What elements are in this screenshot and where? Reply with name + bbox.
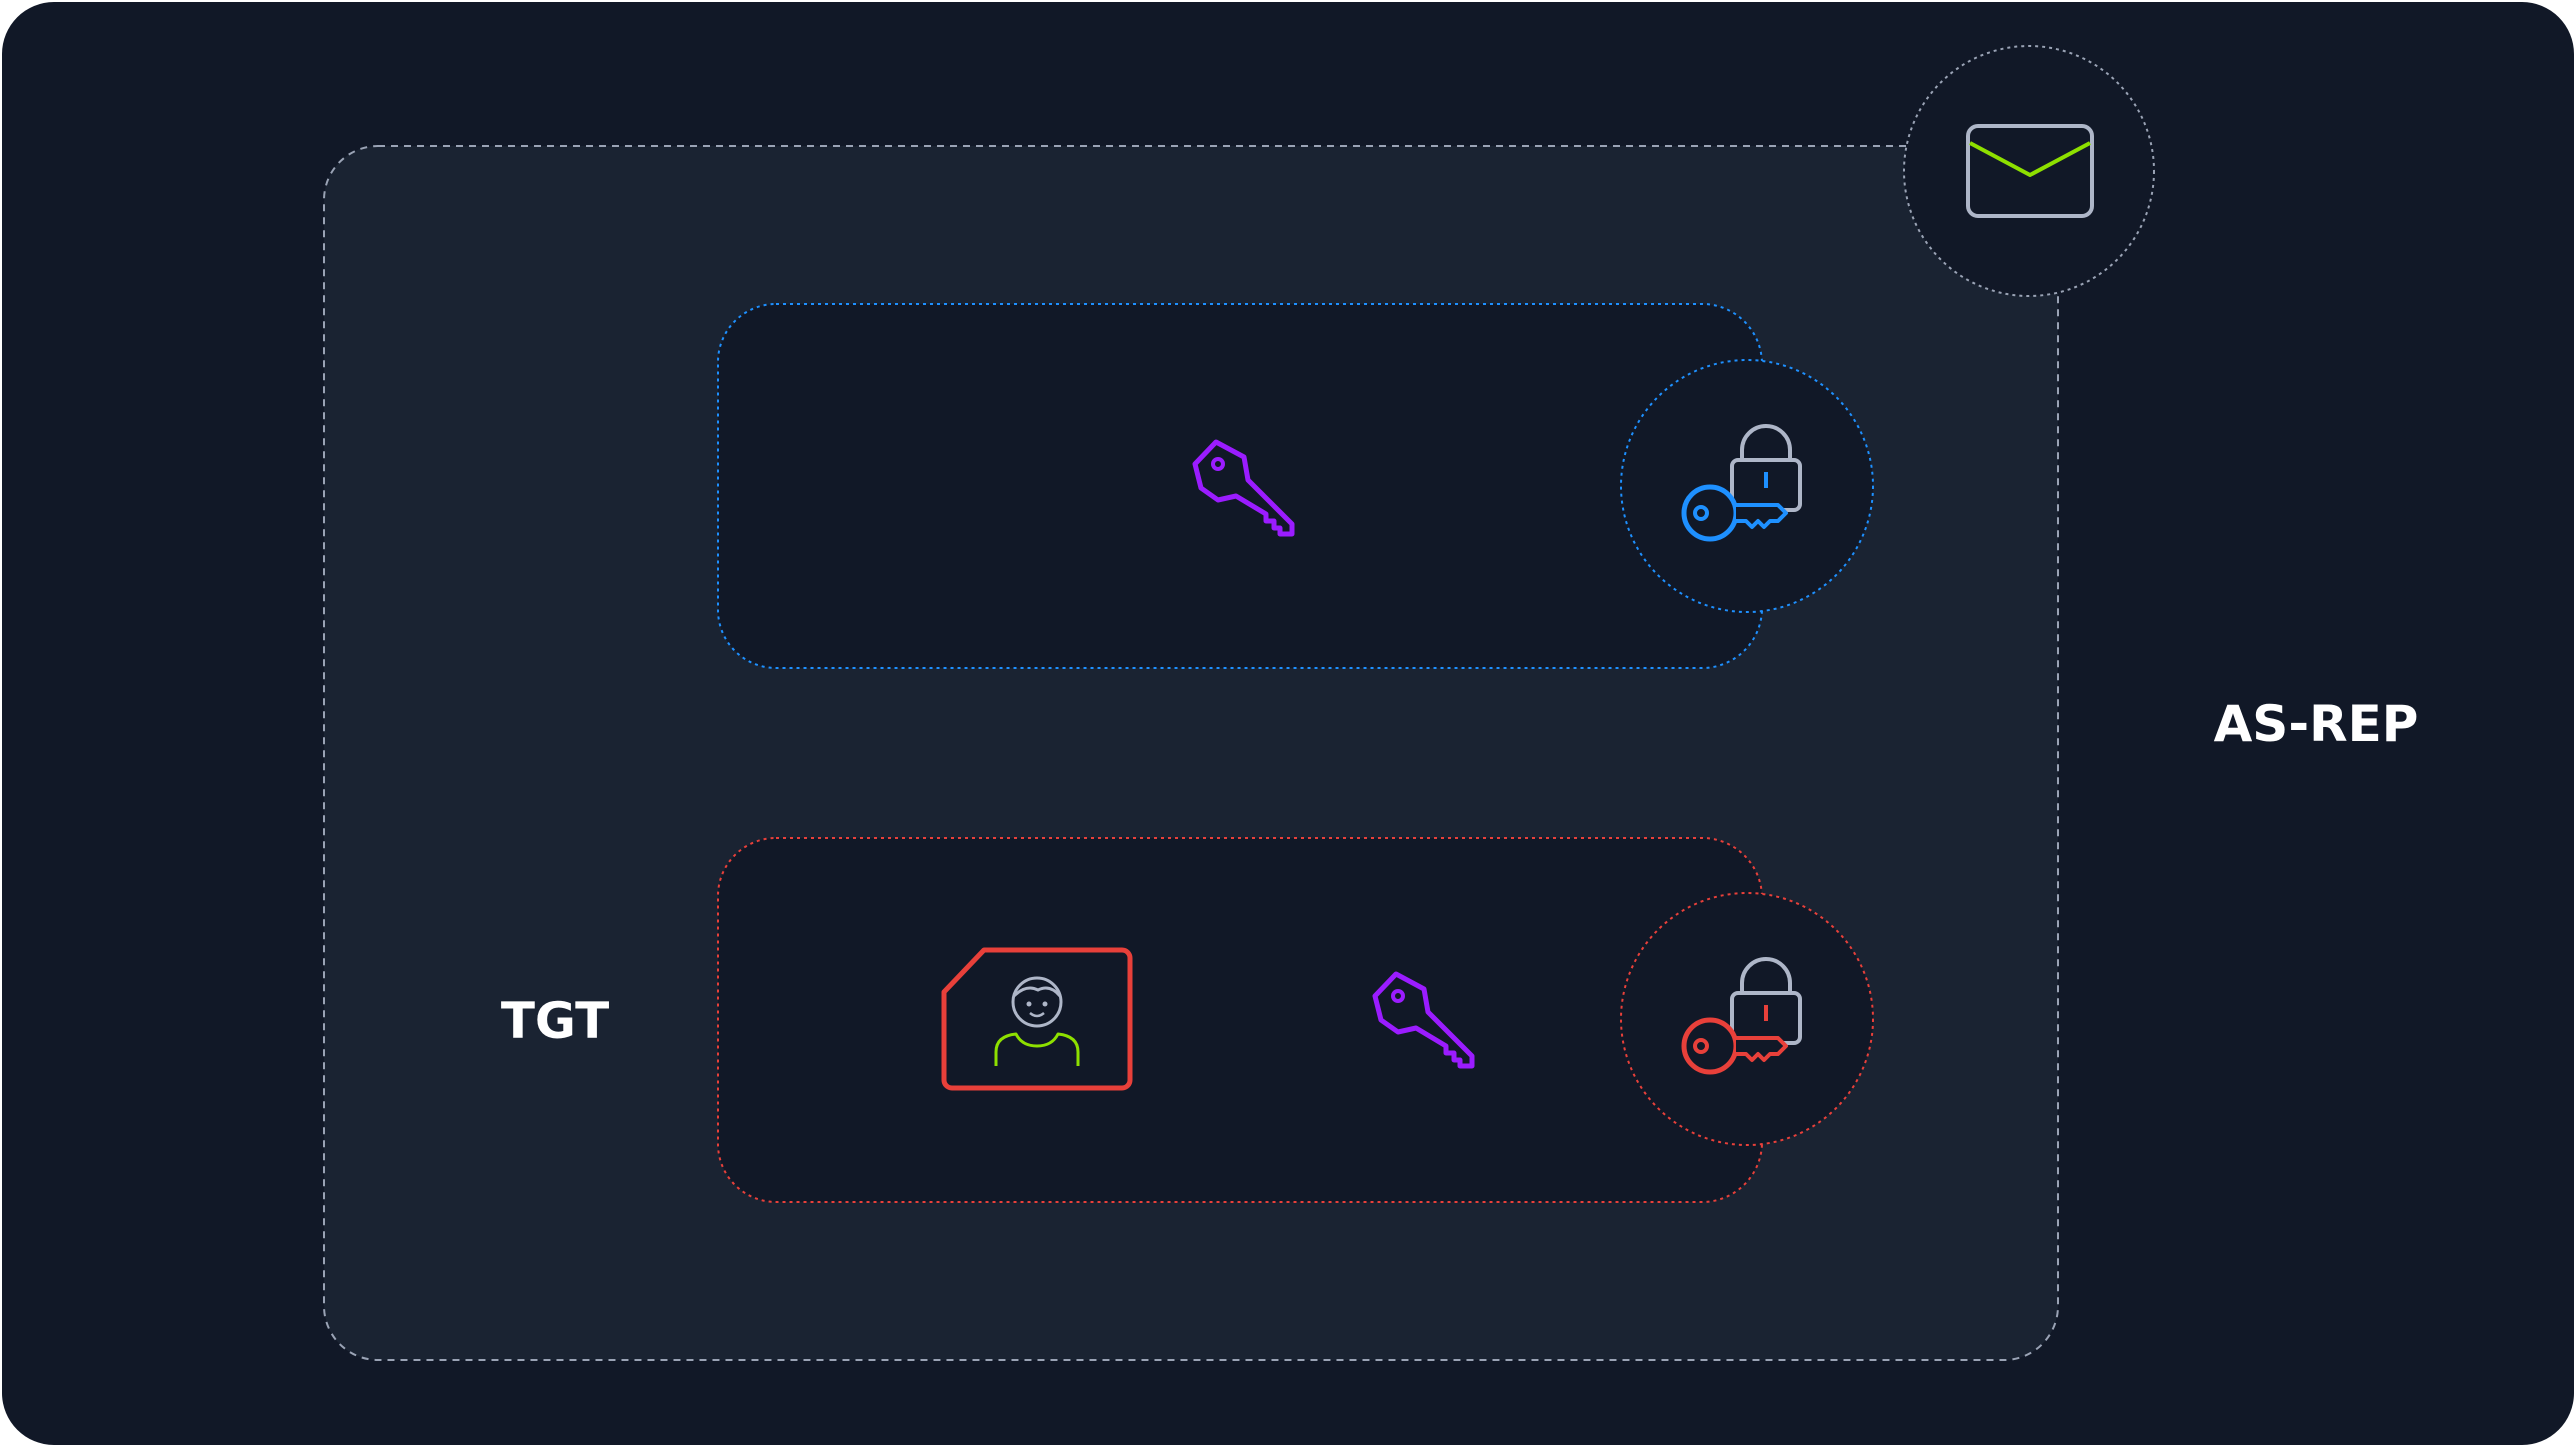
message-label: AS-REP (2214, 695, 2419, 753)
ticket-label: TGT (501, 992, 609, 1050)
tgt-box (717, 836, 1874, 1204)
blue-lock-key-icon (1620, 359, 1874, 613)
envelope-badge (1903, 45, 2155, 297)
session-key-box (717, 302, 1874, 670)
diagram-canvas: TGT AS-REP (0, 0, 2576, 1447)
red-lock-key-icon (1620, 892, 1874, 1146)
